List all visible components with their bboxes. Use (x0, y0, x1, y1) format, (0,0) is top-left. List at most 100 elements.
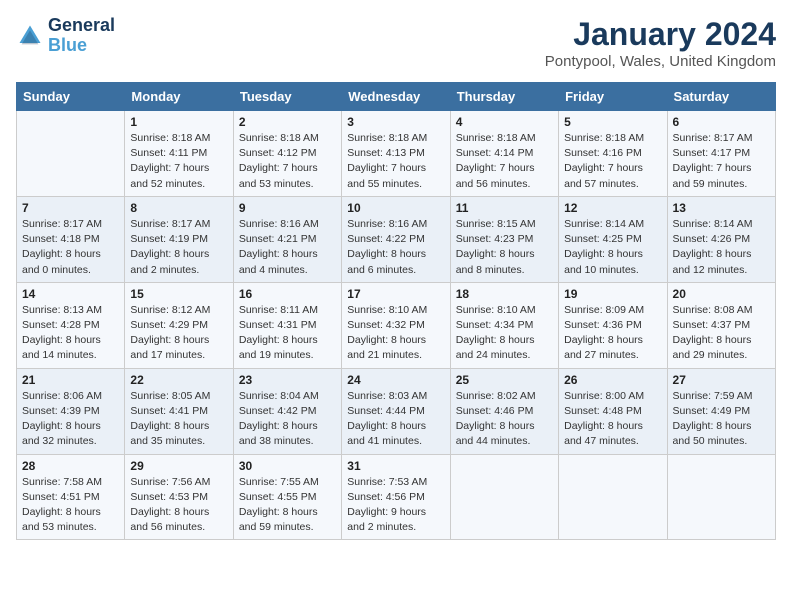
day-number: 11 (456, 201, 553, 215)
logo-line1: General (48, 16, 115, 36)
day-info: Sunrise: 8:18 AMSunset: 4:12 PMDaylight:… (239, 131, 336, 192)
day-number: 15 (130, 287, 227, 301)
day-info: Sunrise: 8:03 AMSunset: 4:44 PMDaylight:… (347, 389, 444, 450)
day-cell: 24 Sunrise: 8:03 AMSunset: 4:44 PMDayligh… (342, 368, 450, 454)
day-cell: 23 Sunrise: 8:04 AMSunset: 4:42 PMDayligh… (233, 368, 341, 454)
col-header-wednesday: Wednesday (342, 83, 450, 111)
day-number: 8 (130, 201, 227, 215)
week-row-5: 28 Sunrise: 7:58 AMSunset: 4:51 PMDayligh… (17, 454, 776, 540)
col-header-thursday: Thursday (450, 83, 558, 111)
day-number: 5 (564, 115, 661, 129)
day-cell: 29 Sunrise: 7:56 AMSunset: 4:53 PMDayligh… (125, 454, 233, 540)
day-info: Sunrise: 8:17 AMSunset: 4:17 PMDaylight:… (673, 131, 770, 192)
logo: General Blue (16, 16, 115, 56)
day-number: 14 (22, 287, 119, 301)
day-number: 23 (239, 373, 336, 387)
page-header: General Blue January 2024 Pontypool, Wal… (16, 16, 776, 70)
day-number: 29 (130, 459, 227, 473)
day-cell: 27 Sunrise: 7:59 AMSunset: 4:49 PMDayligh… (667, 368, 775, 454)
day-info: Sunrise: 7:55 AMSunset: 4:55 PMDaylight:… (239, 475, 336, 536)
day-number: 28 (22, 459, 119, 473)
day-number: 24 (347, 373, 444, 387)
title-block: January 2024 Pontypool, Wales, United Ki… (545, 16, 776, 70)
day-number: 10 (347, 201, 444, 215)
day-cell: 3 Sunrise: 8:18 AMSunset: 4:13 PMDaylight… (342, 111, 450, 197)
day-cell: 16Sunrise: 8:11 AMSunset: 4:31 PMDayligh… (233, 282, 341, 368)
col-header-sunday: Sunday (17, 83, 125, 111)
day-cell (559, 454, 667, 540)
day-info: Sunrise: 7:59 AMSunset: 4:49 PMDaylight:… (673, 389, 770, 450)
week-row-2: 7 Sunrise: 8:17 AMSunset: 4:18 PMDaylight… (17, 196, 776, 282)
day-number: 31 (347, 459, 444, 473)
day-number: 21 (22, 373, 119, 387)
day-number: 30 (239, 459, 336, 473)
day-cell: 4 Sunrise: 8:18 AMSunset: 4:14 PMDaylight… (450, 111, 558, 197)
day-number: 25 (456, 373, 553, 387)
day-cell: 11Sunrise: 8:15 AMSunset: 4:23 PMDayligh… (450, 196, 558, 282)
day-cell: 7 Sunrise: 8:17 AMSunset: 4:18 PMDaylight… (17, 196, 125, 282)
day-info: Sunrise: 8:18 AMSunset: 4:13 PMDaylight:… (347, 131, 444, 192)
day-info: Sunrise: 8:04 AMSunset: 4:42 PMDaylight:… (239, 389, 336, 450)
day-cell: 19Sunrise: 8:09 AMSunset: 4:36 PMDayligh… (559, 282, 667, 368)
day-cell: 18 Sunrise: 8:10 AMSunset: 4:34 PMDayligh… (450, 282, 558, 368)
day-info: Sunrise: 8:10 AMSunset: 4:34 PMDaylight:… (456, 303, 553, 364)
day-info: Sunrise: 8:17 AMSunset: 4:19 PMDaylight:… (130, 217, 227, 278)
day-cell (450, 454, 558, 540)
col-header-friday: Friday (559, 83, 667, 111)
day-info: Sunrise: 8:18 AMSunset: 4:14 PMDaylight:… (456, 131, 553, 192)
day-cell (17, 111, 125, 197)
col-header-monday: Monday (125, 83, 233, 111)
day-info: Sunrise: 8:18 AMSunset: 4:16 PMDaylight:… (564, 131, 661, 192)
day-number: 2 (239, 115, 336, 129)
col-header-tuesday: Tuesday (233, 83, 341, 111)
day-number: 6 (673, 115, 770, 129)
day-cell: 15 Sunrise: 8:12 AMSunset: 4:29 PMDayligh… (125, 282, 233, 368)
day-info: Sunrise: 8:02 AMSunset: 4:46 PMDaylight:… (456, 389, 553, 450)
week-row-1: 1Sunrise: 8:18 AMSunset: 4:11 PMDaylight… (17, 111, 776, 197)
day-info: Sunrise: 8:16 AMSunset: 4:21 PMDaylight:… (239, 217, 336, 278)
day-cell: 12Sunrise: 8:14 AMSunset: 4:25 PMDayligh… (559, 196, 667, 282)
day-number: 19 (564, 287, 661, 301)
day-number: 27 (673, 373, 770, 387)
day-number: 7 (22, 201, 119, 215)
day-cell: 14 Sunrise: 8:13 AMSunset: 4:28 PMDayligh… (17, 282, 125, 368)
day-info: Sunrise: 8:12 AMSunset: 4:29 PMDaylight:… (130, 303, 227, 364)
day-number: 9 (239, 201, 336, 215)
day-info: Sunrise: 8:11 AMSunset: 4:31 PMDaylight:… (239, 303, 336, 364)
header-row: SundayMondayTuesdayWednesdayThursdayFrid… (17, 83, 776, 111)
day-info: Sunrise: 8:08 AMSunset: 4:37 PMDaylight:… (673, 303, 770, 364)
day-cell: 25 Sunrise: 8:02 AMSunset: 4:46 PMDayligh… (450, 368, 558, 454)
day-number: 22 (130, 373, 227, 387)
day-info: Sunrise: 8:18 AMSunset: 4:11 PMDaylight:… (130, 131, 227, 192)
day-info: Sunrise: 8:10 AMSunset: 4:32 PMDaylight:… (347, 303, 444, 364)
day-cell: 6 Sunrise: 8:17 AMSunset: 4:17 PMDaylight… (667, 111, 775, 197)
day-number: 3 (347, 115, 444, 129)
day-cell: 28 Sunrise: 7:58 AMSunset: 4:51 PMDayligh… (17, 454, 125, 540)
day-cell: 26 Sunrise: 8:00 AMSunset: 4:48 PMDayligh… (559, 368, 667, 454)
day-number: 18 (456, 287, 553, 301)
calendar-subtitle: Pontypool, Wales, United Kingdom (545, 53, 776, 70)
day-number: 20 (673, 287, 770, 301)
col-header-saturday: Saturday (667, 83, 775, 111)
day-info: Sunrise: 7:58 AMSunset: 4:51 PMDaylight:… (22, 475, 119, 536)
day-info: Sunrise: 8:05 AMSunset: 4:41 PMDaylight:… (130, 389, 227, 450)
calendar-table: SundayMondayTuesdayWednesdayThursdayFrid… (16, 82, 776, 540)
day-cell: 22 Sunrise: 8:05 AMSunset: 4:41 PMDayligh… (125, 368, 233, 454)
day-cell: 20 Sunrise: 8:08 AMSunset: 4:37 PMDayligh… (667, 282, 775, 368)
day-number: 12 (564, 201, 661, 215)
day-info: Sunrise: 8:14 AMSunset: 4:26 PMDaylight:… (673, 217, 770, 278)
day-cell: 2 Sunrise: 8:18 AMSunset: 4:12 PMDaylight… (233, 111, 341, 197)
day-info: Sunrise: 8:00 AMSunset: 4:48 PMDaylight:… (564, 389, 661, 450)
day-cell: 1Sunrise: 8:18 AMSunset: 4:11 PMDaylight… (125, 111, 233, 197)
day-info: Sunrise: 8:13 AMSunset: 4:28 PMDaylight:… (22, 303, 119, 364)
day-number: 4 (456, 115, 553, 129)
day-info: Sunrise: 8:17 AMSunset: 4:18 PMDaylight:… (22, 217, 119, 278)
day-cell: 17 Sunrise: 8:10 AMSunset: 4:32 PMDayligh… (342, 282, 450, 368)
day-info: Sunrise: 7:56 AMSunset: 4:53 PMDaylight:… (130, 475, 227, 536)
day-number: 17 (347, 287, 444, 301)
day-cell: 5 Sunrise: 8:18 AMSunset: 4:16 PMDaylight… (559, 111, 667, 197)
day-number: 26 (564, 373, 661, 387)
day-info: Sunrise: 7:53 AMSunset: 4:56 PMDaylight:… (347, 475, 444, 536)
logo-icon (16, 22, 44, 50)
day-cell: 31 Sunrise: 7:53 AMSunset: 4:56 PMDayligh… (342, 454, 450, 540)
